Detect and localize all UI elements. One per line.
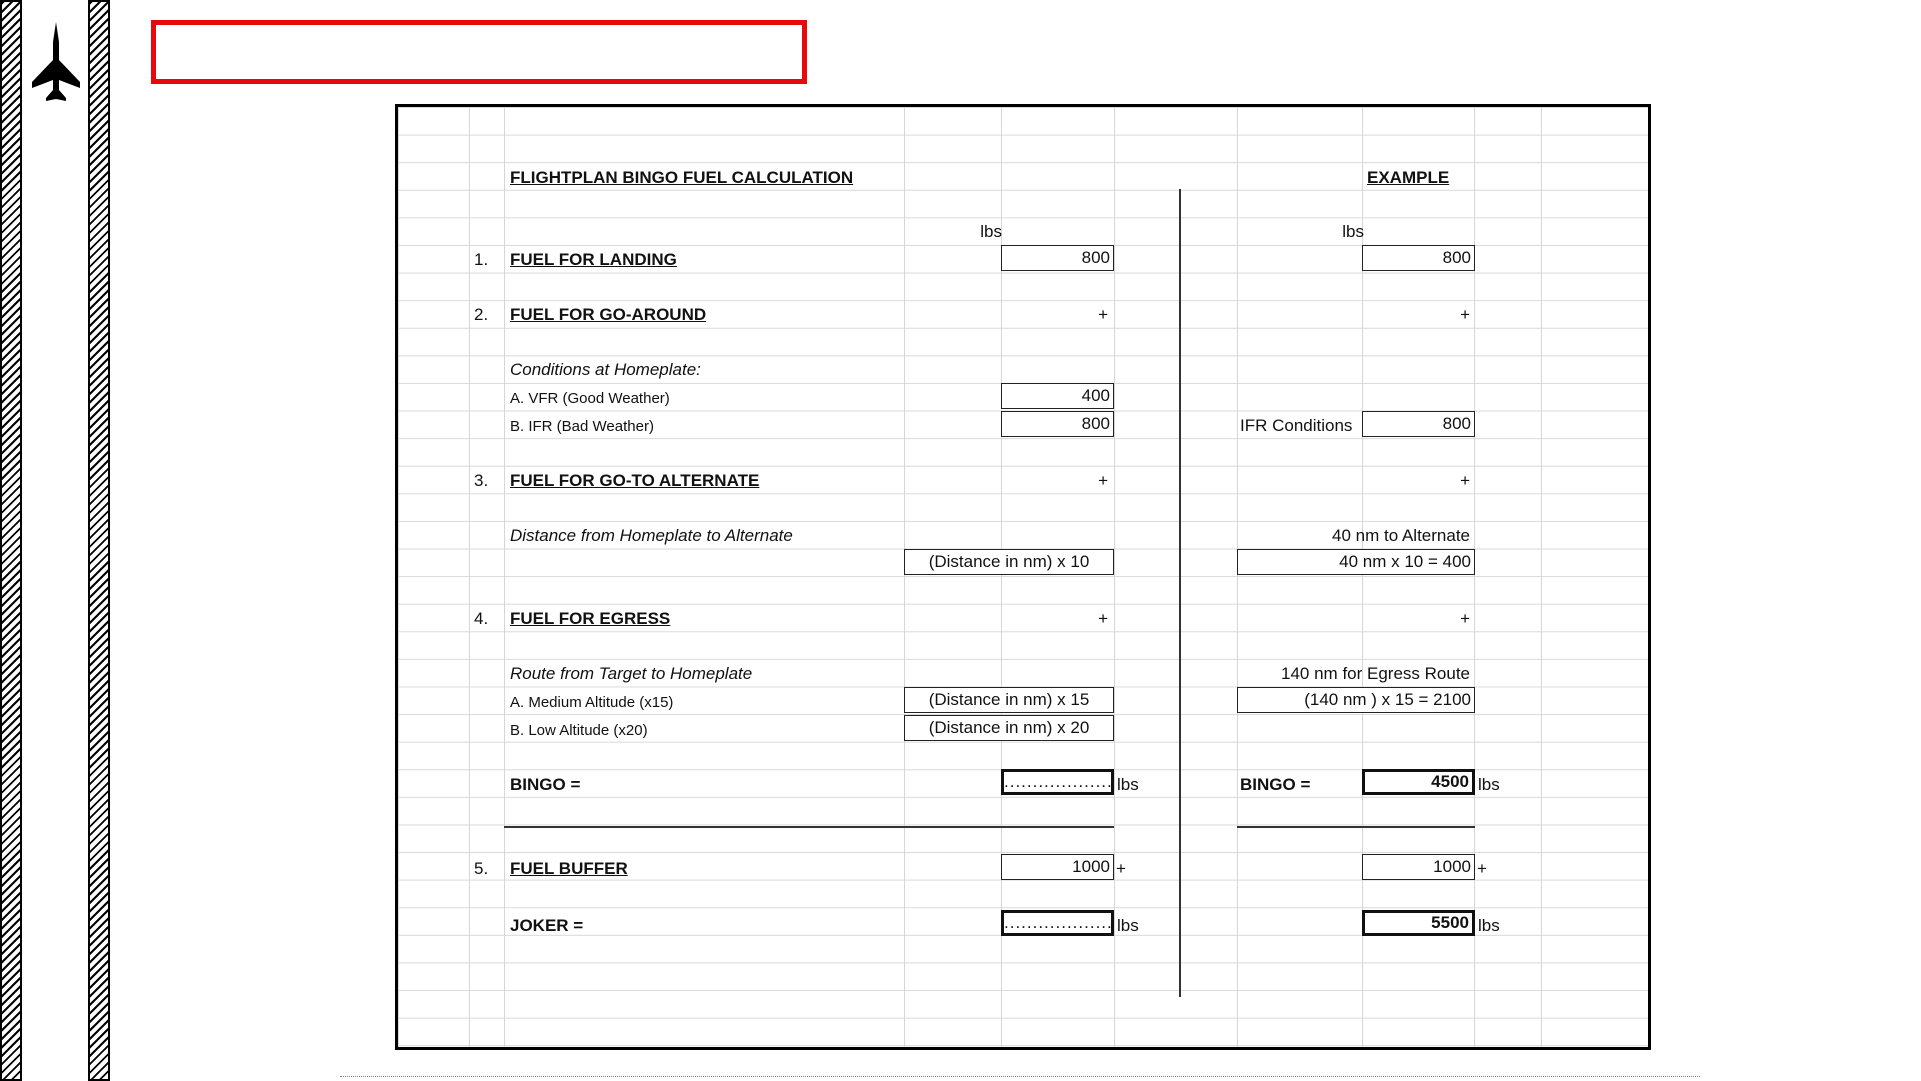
example-title: EXAMPLE — [1367, 168, 1450, 187]
example-egress-formula: (140 nm ) x 15 = 2100 — [1237, 687, 1475, 713]
example-alternate-formula: 40 nm x 10 = 400 — [1237, 549, 1475, 575]
joker-label: JOKER = — [510, 916, 584, 935]
low-altitude-formula-box[interactable]: (Distance in nm) x 20 — [904, 715, 1114, 741]
example-fuel-buffer: 1000 — [1362, 854, 1475, 880]
conditions-label: Conditions at Homeplate: — [510, 360, 701, 379]
fuel-for-egress-label: FUEL FOR EGRESS — [510, 609, 671, 628]
joker-input[interactable]: ................... — [1001, 910, 1114, 936]
alternate-formula-box[interactable]: (Distance in nm) x 10 — [904, 549, 1114, 575]
alternate-distance-label: Distance from Homeplate to Alternate — [510, 526, 793, 545]
plus-sign: + — [1098, 305, 1108, 324]
bingo-input[interactable]: ................... — [1001, 769, 1114, 795]
plus-sign: + — [1098, 609, 1108, 628]
bingo-label: BINGO = — [510, 775, 581, 794]
example-unit-label: lbs — [1342, 222, 1364, 241]
item-number: 1. — [474, 250, 489, 269]
bingo-unit: lbs — [1117, 775, 1139, 794]
example-joker-unit: lbs — [1478, 916, 1500, 935]
example-egress-note: 140 nm for Egress Route — [1281, 664, 1470, 683]
plus-sign: + — [1116, 859, 1126, 878]
title-box[interactable] — [151, 20, 807, 84]
joker-unit: lbs — [1117, 916, 1139, 935]
example-alternate-note: 40 nm to Alternate — [1332, 526, 1470, 545]
unit-label: lbs — [980, 222, 1002, 241]
fighter-jet-icon — [32, 22, 80, 101]
item-number: 4. — [474, 609, 489, 628]
low-altitude-label: B. Low Altitude (x20) — [510, 722, 648, 739]
fuel-for-go-around-label: FUEL FOR GO-AROUND — [510, 305, 707, 324]
column-divider — [1179, 189, 1181, 997]
vfr-label: A. VFR (Good Weather) — [510, 390, 670, 407]
hatched-border-right — [88, 0, 110, 1081]
example-ifr-label: IFR Conditions — [1240, 416, 1353, 435]
landing-fuel-input[interactable]: 800 — [1001, 245, 1114, 271]
example-bingo-label: BINGO = — [1240, 775, 1311, 794]
fuel-buffer-label: FUEL BUFFER — [510, 859, 628, 878]
example-joker-value: 5500 — [1362, 910, 1475, 936]
fuel-calculation-sheet: FLIGHTPLAN BINGO FUEL CALCULATION EXAMPL… — [395, 104, 1651, 1050]
plus-sign: + — [1098, 471, 1108, 490]
fuel-for-landing-label: FUEL FOR LANDING — [510, 250, 677, 269]
bingo-underline — [504, 826, 1114, 828]
vfr-fuel-input[interactable]: 400 — [1001, 383, 1114, 409]
fuel-for-alternate-label: FUEL FOR GO-TO ALTERNATE — [510, 471, 760, 490]
egress-route-label: Route from Target to Homeplate — [510, 664, 753, 683]
item-number: 3. — [474, 471, 489, 490]
medium-altitude-formula-box[interactable]: (Distance in nm) x 15 — [904, 687, 1114, 713]
plus-sign: + — [1460, 471, 1470, 490]
item-number: 2. — [474, 305, 489, 324]
item-number: 5. — [474, 859, 489, 878]
sheet-title: FLIGHTPLAN BINGO FUEL CALCULATION — [510, 168, 854, 187]
bottom-edge — [340, 1076, 1700, 1078]
medium-altitude-label: A. Medium Altitude (x15) — [510, 694, 674, 711]
example-landing-fuel: 800 — [1362, 245, 1475, 271]
example-bingo-unit: lbs — [1478, 775, 1500, 794]
hatched-border-left — [0, 0, 22, 1081]
example-bingo-value: 4500 — [1362, 769, 1475, 795]
ifr-fuel-input[interactable]: 800 — [1001, 411, 1114, 437]
ifr-label: B. IFR (Bad Weather) — [510, 418, 654, 435]
example-ifr-fuel: 800 — [1362, 411, 1475, 437]
plus-sign: + — [1460, 305, 1470, 324]
plus-sign: + — [1460, 609, 1470, 628]
plus-sign: + — [1477, 859, 1487, 878]
example-bingo-underline — [1237, 826, 1475, 828]
fuel-buffer-input[interactable]: 1000 — [1001, 854, 1114, 880]
